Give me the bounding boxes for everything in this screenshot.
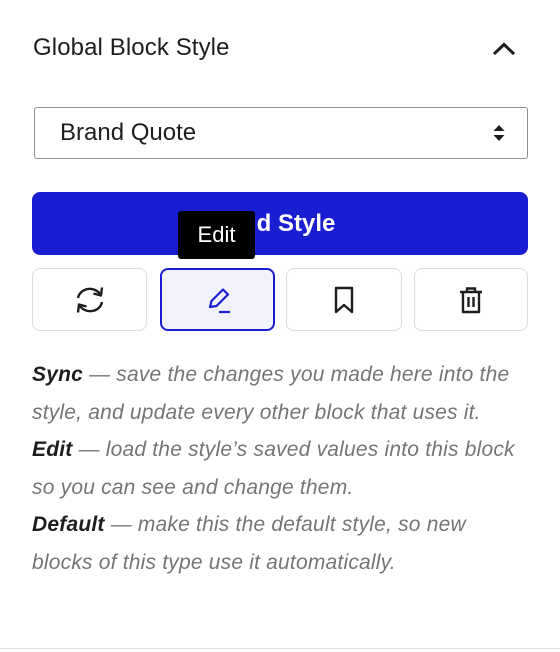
edit-button[interactable]	[160, 268, 275, 331]
style-select[interactable]: Brand Quote	[34, 107, 528, 159]
select-arrows-icon	[493, 124, 505, 142]
help-default: Default — make this the default style, s…	[32, 513, 466, 574]
global-block-style-panel: Global Block Style Brand Quote Add Style…	[0, 0, 560, 650]
style-select-value: Brand Quote	[60, 119, 197, 146]
chevron-up-icon	[492, 42, 516, 56]
set-default-button[interactable]	[286, 268, 402, 331]
add-style-button[interactable]: Add Style	[32, 192, 528, 255]
help-text: Sync — save the changes you made here in…	[32, 356, 532, 581]
edit-tooltip: Edit	[178, 211, 255, 259]
panel-title: Global Block Style	[33, 34, 230, 61]
style-actions	[32, 268, 528, 332]
panel-divider	[0, 648, 560, 649]
sync-button[interactable]	[32, 268, 147, 331]
help-edit: Edit — load the style’s saved values int…	[32, 438, 515, 499]
trash-icon	[460, 286, 482, 313]
help-sync: Sync — save the changes you made here in…	[32, 363, 510, 424]
collapse-button[interactable]	[488, 32, 520, 64]
delete-button[interactable]	[414, 268, 528, 331]
sync-icon	[76, 286, 103, 313]
pencil-icon	[208, 287, 230, 313]
bookmark-icon	[334, 286, 354, 313]
